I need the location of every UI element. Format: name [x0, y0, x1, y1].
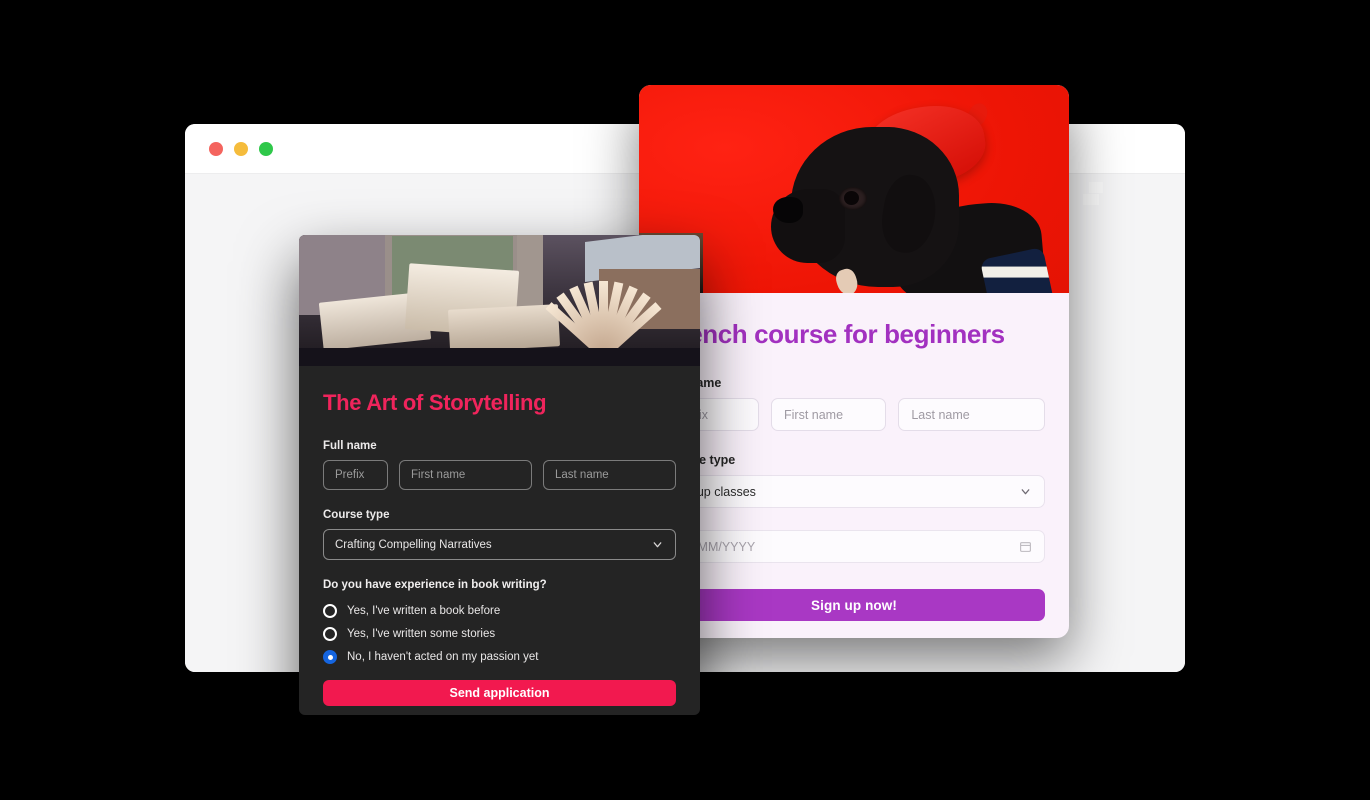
radio-label: No, I haven't acted on my passion yet [347, 651, 539, 663]
screenshot-stage: French course for beginners Full name Pr… [0, 0, 1370, 800]
radio-label: Yes, I've written some stories [347, 628, 496, 640]
date-input[interactable]: DD/MM/YYYY [663, 530, 1045, 563]
full-name-label: Full name [323, 440, 377, 452]
radio-option-row[interactable]: No, I haven't acted on my passion yet [323, 650, 676, 664]
storytelling-course-card: The Art of Storytelling Full name Prefix… [299, 235, 700, 715]
maximize-window-icon[interactable] [259, 141, 273, 156]
course-type-label: Course type [663, 453, 736, 467]
traffic-light-group [209, 141, 273, 156]
pug-illustration [743, 99, 1055, 293]
course-type-label: Course type [323, 509, 390, 521]
close-window-icon[interactable] [209, 141, 223, 156]
chevron-down-icon [1021, 489, 1030, 495]
page-watermark-icon [1083, 182, 1109, 208]
course-type-select[interactable]: Crafting Compelling Narratives [323, 529, 676, 560]
last-name-input[interactable]: Last name [543, 460, 676, 490]
pug-hero-image [639, 85, 1069, 293]
radio-button[interactable] [323, 604, 337, 618]
radio-option-row[interactable]: Yes, I've written some stories [323, 627, 676, 641]
first-name-input[interactable]: First name [399, 460, 532, 490]
calendar-icon[interactable] [1019, 540, 1032, 553]
radio-button-selected[interactable] [323, 650, 337, 664]
sign-up-button[interactable]: Sign up now! [663, 589, 1045, 621]
prefix-input[interactable]: Prefix [323, 460, 388, 490]
send-application-button[interactable]: Send application [323, 680, 676, 706]
books-hero-image [299, 235, 700, 366]
french-course-form: French course for beginners Full name Pr… [639, 293, 1069, 621]
minimize-window-icon[interactable] [234, 141, 248, 156]
full-name-row: Prefix First name Last name [663, 398, 1045, 431]
course-type-select[interactable]: Group classes [663, 475, 1045, 508]
page-title: French course for beginners [663, 319, 1005, 349]
radio-option-row[interactable]: Yes, I've written a book before [323, 604, 676, 618]
full-name-label: Full name [663, 376, 722, 390]
course-type-value: Crafting Compelling Narratives [335, 538, 492, 551]
full-name-row: Prefix First name Last name [323, 460, 676, 490]
chevron-down-icon [653, 542, 662, 548]
french-course-card: French course for beginners Full name Pr… [639, 85, 1069, 638]
fanned-book [545, 263, 667, 359]
first-name-input[interactable]: First name [771, 398, 887, 431]
radio-label: Yes, I've written a book before [347, 605, 501, 617]
experience-question-label: Do you have experience in book writing? [323, 579, 547, 591]
storytelling-form: The Art of Storytelling Full name Prefix… [299, 366, 700, 706]
last-name-input[interactable]: Last name [898, 398, 1045, 431]
page-title: The Art of Storytelling [323, 390, 547, 415]
radio-button[interactable] [323, 627, 337, 641]
